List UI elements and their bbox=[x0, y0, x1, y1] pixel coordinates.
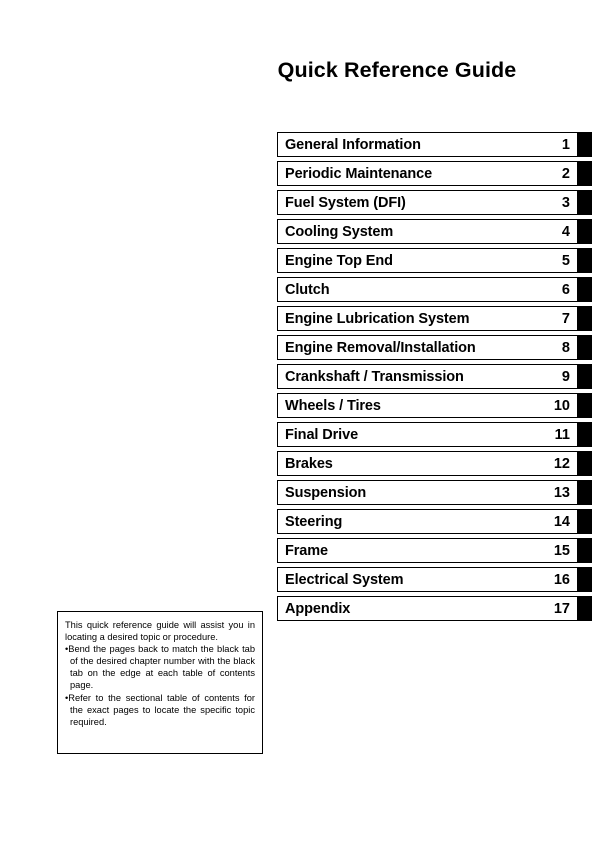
chapter-entry[interactable]: Clutch 6 bbox=[277, 277, 578, 302]
chapter-number: 10 bbox=[553, 397, 570, 414]
chapter-black-tab bbox=[578, 538, 592, 563]
chapter-row[interactable]: Final Drive 11 bbox=[277, 422, 592, 447]
chapter-black-tab bbox=[578, 190, 592, 215]
usage-note-box: This quick reference guide will assist y… bbox=[57, 611, 263, 754]
chapter-black-tab bbox=[578, 161, 592, 186]
chapter-row[interactable]: Clutch 6 bbox=[277, 277, 592, 302]
chapter-entry[interactable]: Crankshaft / Transmission 9 bbox=[277, 364, 578, 389]
chapter-row[interactable]: Fuel System (DFI) 3 bbox=[277, 190, 592, 215]
chapter-row[interactable]: Brakes 12 bbox=[277, 451, 592, 476]
chapter-black-tab bbox=[578, 480, 592, 505]
note-bullet-item: •Bend the pages back to match the black … bbox=[65, 644, 255, 691]
chapter-number: 9 bbox=[561, 368, 570, 385]
chapter-number: 1 bbox=[561, 136, 570, 153]
chapter-entry[interactable]: Engine Lubrication System 7 bbox=[277, 306, 578, 331]
chapter-label: Clutch bbox=[285, 281, 330, 298]
chapter-label: Engine Top End bbox=[285, 252, 393, 269]
chapter-row[interactable]: Engine Removal/Installation 8 bbox=[277, 335, 592, 360]
chapter-black-tab bbox=[578, 277, 592, 302]
chapter-entry[interactable]: General Information 1 bbox=[277, 132, 578, 157]
chapter-entry[interactable]: Fuel System (DFI) 3 bbox=[277, 190, 578, 215]
chapter-entry[interactable]: Periodic Maintenance 2 bbox=[277, 161, 578, 186]
chapter-label: Final Drive bbox=[285, 426, 359, 443]
chapter-black-tab bbox=[578, 596, 592, 621]
chapter-row[interactable]: Periodic Maintenance 2 bbox=[277, 161, 592, 186]
chapter-label: Crankshaft / Transmission bbox=[285, 368, 464, 385]
chapter-label: Frame bbox=[285, 542, 329, 559]
chapter-number: 5 bbox=[561, 252, 570, 269]
chapter-entry[interactable]: Wheels / Tires 10 bbox=[277, 393, 578, 418]
chapter-entry[interactable]: Brakes 12 bbox=[277, 451, 578, 476]
chapter-black-tab bbox=[578, 219, 592, 244]
chapter-row[interactable]: Steering 14 bbox=[277, 509, 592, 534]
chapter-number: 7 bbox=[561, 310, 570, 327]
chapter-row[interactable]: General Information 1 bbox=[277, 132, 592, 157]
chapter-entry[interactable]: Final Drive 11 bbox=[277, 422, 578, 447]
chapter-black-tab bbox=[578, 509, 592, 534]
chapter-label: Engine Removal/Installation bbox=[285, 339, 476, 356]
chapter-label: Periodic Maintenance bbox=[285, 165, 433, 182]
chapter-entry[interactable]: Suspension 13 bbox=[277, 480, 578, 505]
note-intro-text: This quick reference guide will assist y… bbox=[65, 620, 255, 643]
chapter-label: Brakes bbox=[285, 455, 333, 472]
chapter-label: Engine Lubrication System bbox=[285, 310, 470, 327]
chapter-entry[interactable]: Frame 15 bbox=[277, 538, 578, 563]
chapter-row[interactable]: Engine Lubrication System 7 bbox=[277, 306, 592, 331]
chapter-number: 6 bbox=[561, 281, 570, 298]
chapter-entry[interactable]: Cooling System 4 bbox=[277, 219, 578, 244]
chapter-row[interactable]: Appendix 17 bbox=[277, 596, 592, 621]
chapter-black-tab bbox=[578, 335, 592, 360]
chapter-number: 16 bbox=[553, 571, 570, 588]
chapter-entry[interactable]: Appendix 17 bbox=[277, 596, 578, 621]
chapter-black-tab bbox=[578, 567, 592, 592]
chapter-number: 17 bbox=[553, 600, 570, 617]
chapter-black-tab bbox=[578, 364, 592, 389]
chapter-row[interactable]: Crankshaft / Transmission 9 bbox=[277, 364, 592, 389]
chapter-label: Steering bbox=[285, 513, 343, 530]
chapter-black-tab bbox=[578, 422, 592, 447]
chapter-black-tab bbox=[578, 451, 592, 476]
chapter-row[interactable]: Frame 15 bbox=[277, 538, 592, 563]
chapter-black-tab bbox=[578, 132, 592, 157]
chapter-number: 15 bbox=[553, 542, 570, 559]
chapter-entry[interactable]: Steering 14 bbox=[277, 509, 578, 534]
chapter-number: 8 bbox=[561, 339, 570, 356]
chapter-index-table: General Information 1 Periodic Maintenance… bbox=[277, 132, 592, 625]
chapter-black-tab bbox=[578, 248, 592, 273]
chapter-label: Wheels / Tires bbox=[285, 397, 381, 414]
chapter-label: Appendix bbox=[285, 600, 351, 617]
note-bullet-item: •Refer to the sectional table of content… bbox=[65, 692, 255, 727]
chapter-number: 4 bbox=[561, 223, 570, 240]
page-title: Quick Reference Guide bbox=[277, 58, 517, 82]
chapter-entry[interactable]: Electrical System 16 bbox=[277, 567, 578, 592]
chapter-number: 3 bbox=[561, 194, 570, 211]
chapter-row[interactable]: Wheels / Tires 10 bbox=[277, 393, 592, 418]
chapter-label: Fuel System (DFI) bbox=[285, 194, 406, 211]
chapter-number: 2 bbox=[561, 165, 570, 182]
chapter-number: 12 bbox=[553, 455, 570, 472]
chapter-number: 13 bbox=[553, 484, 570, 501]
chapter-entry[interactable]: Engine Top End 5 bbox=[277, 248, 578, 273]
quick-reference-guide-page: Quick Reference Guide General Informatio… bbox=[0, 0, 600, 845]
chapter-row[interactable]: Engine Top End 5 bbox=[277, 248, 592, 273]
chapter-label: General Information bbox=[285, 136, 421, 153]
chapter-number: 14 bbox=[553, 513, 570, 530]
chapter-row[interactable]: Cooling System 4 bbox=[277, 219, 592, 244]
chapter-label: Suspension bbox=[285, 484, 367, 501]
chapter-number: 11 bbox=[554, 426, 570, 443]
chapter-label: Electrical System bbox=[285, 571, 404, 588]
chapter-row[interactable]: Electrical System 16 bbox=[277, 567, 592, 592]
chapter-black-tab bbox=[578, 306, 592, 331]
chapter-entry[interactable]: Engine Removal/Installation 8 bbox=[277, 335, 578, 360]
chapter-label: Cooling System bbox=[285, 223, 394, 240]
chapter-row[interactable]: Suspension 13 bbox=[277, 480, 592, 505]
chapter-black-tab bbox=[578, 393, 592, 418]
